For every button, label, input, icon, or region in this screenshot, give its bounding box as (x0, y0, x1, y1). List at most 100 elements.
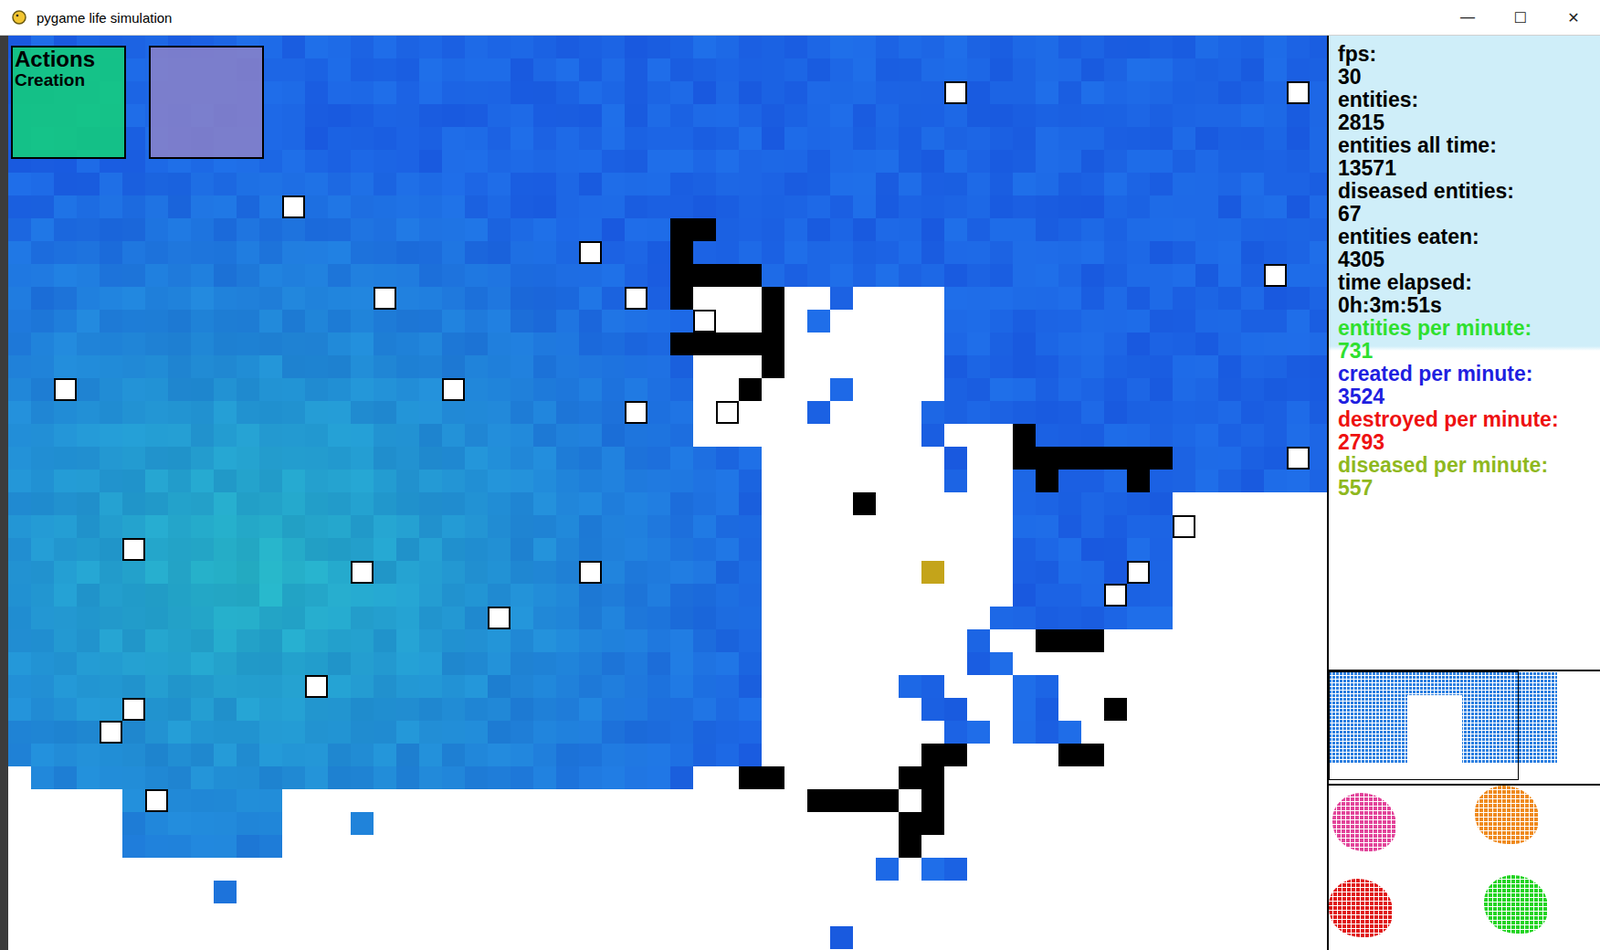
entity-cell (1149, 720, 1173, 744)
entity-cell (464, 583, 488, 607)
entity-cell (1126, 766, 1150, 790)
entity-cell (533, 674, 557, 698)
entity-cell (989, 81, 1013, 105)
entity-cell (1058, 149, 1082, 173)
window-control-button[interactable]: ✕ (1547, 0, 1600, 35)
entity-cell (282, 789, 306, 812)
entity-cell (852, 378, 876, 401)
entity-cell (989, 218, 1013, 242)
entity-cell (556, 789, 579, 812)
entity-cell (556, 355, 579, 379)
entity-cell (898, 652, 922, 675)
entity-cell (1104, 126, 1127, 150)
entity-cell (989, 332, 1013, 356)
entity-cell (190, 332, 214, 356)
entity-cell (305, 58, 328, 82)
entity-cell (830, 446, 853, 470)
entity-cell (875, 309, 899, 333)
entity-cell (1286, 309, 1310, 333)
entity-cell (1126, 674, 1150, 698)
entity-cell (1035, 515, 1059, 538)
entity-cell (145, 492, 169, 516)
entity-cell (830, 81, 853, 105)
entity-cell (1104, 400, 1127, 424)
entity-cell (122, 789, 146, 812)
entity-cell (807, 583, 831, 607)
entity-cell (761, 149, 785, 173)
entity-cell (259, 400, 283, 424)
entity-cell (715, 560, 739, 584)
entity-cell (1263, 332, 1287, 356)
entity-cell (556, 697, 579, 721)
entity-cell (282, 766, 306, 790)
entity-cell (53, 355, 77, 379)
entity-cell (556, 560, 579, 584)
entity-cell (647, 149, 671, 173)
entity-cell (168, 583, 191, 607)
entity-cell (875, 674, 899, 698)
entity-cell (1035, 766, 1059, 790)
entity-cell (761, 263, 785, 287)
entity-cell (556, 104, 579, 127)
entity-cell (533, 469, 557, 493)
entity-cell (1081, 446, 1105, 470)
entity-cell (168, 218, 191, 242)
entity-cell (259, 263, 283, 287)
entity-cell (556, 629, 579, 653)
window-control-button[interactable]: — (1441, 0, 1495, 35)
entity-cell (1309, 766, 1327, 790)
entity-cell (122, 606, 146, 630)
entity-cell (624, 537, 648, 561)
entity-cell (693, 674, 716, 698)
entity-cell (145, 537, 169, 561)
simulation-world[interactable]: ActionsCreation (8, 35, 1327, 950)
entity-cell (1104, 58, 1127, 82)
entity-cell (168, 263, 191, 287)
entity-cell (76, 560, 100, 584)
window-control-button[interactable]: ☐ (1494, 0, 1548, 35)
entity-cell (624, 81, 648, 105)
entity-cell (350, 400, 374, 424)
entity-cell (8, 492, 32, 516)
entity-cell (327, 81, 351, 105)
entity-cell (213, 172, 237, 196)
entity-cell (1241, 378, 1264, 401)
entity-cell (738, 309, 762, 333)
entity-cell (213, 811, 237, 835)
entity-cell (1309, 606, 1327, 630)
entity-cell (1081, 515, 1105, 538)
entity-cell (282, 606, 306, 630)
entity-cell (396, 743, 420, 767)
entity-cell (419, 743, 443, 767)
entity-cell (510, 743, 534, 767)
entity-cell (442, 172, 465, 196)
entity-cell (76, 286, 100, 310)
entity-cell (1104, 697, 1127, 721)
entity-cell (556, 766, 579, 790)
entity-cell (989, 469, 1013, 493)
entity-cell (487, 378, 511, 401)
entity-cell (350, 583, 374, 607)
entity-cell (921, 104, 945, 127)
entity-cell (921, 743, 945, 767)
entity-cell (1012, 35, 1036, 59)
entity-cell (396, 423, 420, 447)
entity-cell (1012, 241, 1036, 264)
entity-cell (578, 172, 602, 196)
entity-cell (1012, 697, 1036, 721)
entity-cell (578, 81, 602, 105)
entity-cell (533, 172, 557, 196)
entity-cell (213, 332, 237, 356)
entity-cell (647, 697, 671, 721)
entity-cell (213, 355, 237, 379)
entity-cell (350, 515, 374, 538)
entity-cell (1172, 355, 1196, 379)
entity-cell (875, 126, 899, 150)
entity-cell (670, 469, 694, 493)
entity-cell (510, 149, 534, 173)
entity-cell (693, 515, 716, 538)
entity-cell (1263, 560, 1287, 584)
entity-cell (715, 743, 739, 767)
entity-cell (1263, 583, 1287, 607)
entity-cell (396, 263, 420, 287)
